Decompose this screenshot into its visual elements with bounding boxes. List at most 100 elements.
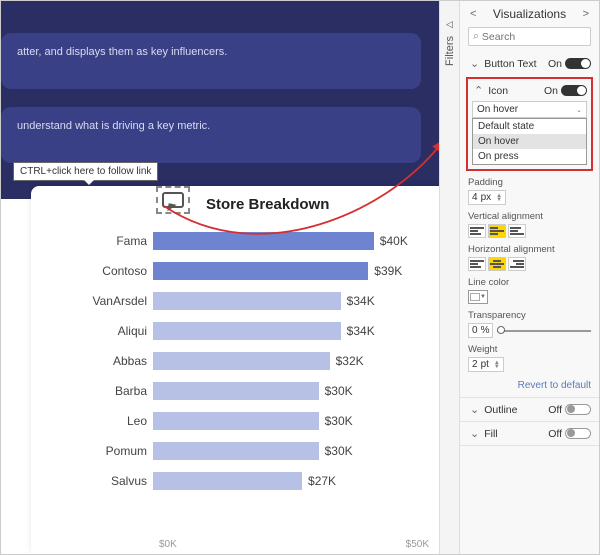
bar-category: Fama <box>61 234 153 248</box>
dropdown-option[interactable]: On press <box>473 149 586 164</box>
bar-row[interactable]: VanArsdel $34K <box>61 286 429 316</box>
speech-bubble-icon <box>162 192 184 208</box>
expand-pane-icon[interactable]: > <box>581 8 591 20</box>
chart-title: Store Breakdown <box>206 196 329 213</box>
filters-pane-collapsed[interactable]: ◁ Filters <box>439 1 459 554</box>
visualizations-pane: < Visualizations > ⌕ ⌄ Button Text On ⌃ … <box>459 1 599 554</box>
bar-value: $40K <box>374 232 408 250</box>
state-dropdown-options: Default state On hover On press <box>472 118 587 165</box>
card-text: understand what is driving a key metric. <box>17 120 210 132</box>
transparency-label: Transparency <box>468 310 591 321</box>
transparency-input[interactable]: 0 % <box>468 323 493 338</box>
padding-input[interactable]: 4 px ▲▼ <box>468 190 506 205</box>
bar-fill <box>153 232 374 250</box>
toggle-icon[interactable] <box>561 85 587 96</box>
bar-row[interactable]: Leo $30K <box>61 406 429 436</box>
bar-row[interactable]: Aliqui $34K <box>61 316 429 346</box>
axis-tick: $50K <box>406 539 429 550</box>
button-text-section[interactable]: ⌄ Button Text On <box>468 54 591 73</box>
chevron-down-icon: ⌄ <box>576 106 582 114</box>
pane-title: Visualizations <box>493 7 566 21</box>
halign-buttons <box>468 257 591 271</box>
bar-fill <box>153 262 368 280</box>
bar-row[interactable]: Barba $30K <box>61 376 429 406</box>
chevron-up-icon: ⌃ <box>472 84 485 97</box>
spinner-icon[interactable]: ▲▼ <box>494 361 500 369</box>
bar-fill <box>153 412 319 430</box>
bar-category: Abbas <box>61 354 153 368</box>
bar-row[interactable]: Abbas $32K <box>61 346 429 376</box>
filters-label: Filters <box>444 36 456 66</box>
bar-row[interactable]: Salvus $27K <box>61 466 429 496</box>
highlight-annotation: ⌃ Icon On On hover ⌄ Default state On ho… <box>466 77 593 171</box>
info-card-1: atter, and displays them as key influenc… <box>1 33 421 89</box>
bar-value: $27K <box>302 472 336 490</box>
bar-category: Contoso <box>61 264 153 278</box>
align-right-button[interactable] <box>508 257 526 271</box>
axis-tick: $0K <box>159 539 177 550</box>
fill-section[interactable]: ⌄ Fill Off <box>460 421 599 446</box>
bar-value: $30K <box>319 442 353 460</box>
x-axis: $0K $50K <box>159 539 429 550</box>
toggle-outline[interactable] <box>565 404 591 415</box>
button-icon-selection[interactable] <box>156 186 190 214</box>
chart-visual[interactable]: Store Breakdown Fama $40K Contoso $39K VanAr… <box>31 186 439 554</box>
halign-label: Horizontal alignment <box>468 244 591 255</box>
align-center-button[interactable] <box>488 257 506 271</box>
bar-value: $32K <box>330 352 364 370</box>
align-middle-button[interactable] <box>488 224 506 238</box>
bar-fill <box>153 472 302 490</box>
bar-category: Salvus <box>61 474 153 488</box>
bar-fill <box>153 322 341 340</box>
card-text: atter, and displays them as key influenc… <box>17 46 227 58</box>
bar-value: $30K <box>319 382 353 400</box>
dropdown-option[interactable]: On hover <box>473 134 586 149</box>
search-icon: ⌕ <box>473 30 479 43</box>
bar-value: $30K <box>319 412 353 430</box>
bar-row[interactable]: Contoso $39K <box>61 256 429 286</box>
bar-category: Aliqui <box>61 324 153 338</box>
padding-label: Padding <box>468 177 591 188</box>
outline-section[interactable]: ⌄ Outline Off <box>460 397 599 421</box>
bar-fill <box>153 352 330 370</box>
state-dropdown[interactable]: On hover ⌄ <box>472 101 587 118</box>
bar-fill <box>153 292 341 310</box>
collapse-pane-icon[interactable]: < <box>468 8 478 20</box>
expand-icon: ◁ <box>446 19 453 30</box>
bar-value: $39K <box>368 262 402 280</box>
transparency-slider[interactable] <box>497 330 591 332</box>
line-color-picker[interactable]: ▼ <box>468 290 488 304</box>
bar-value: $34K <box>341 322 375 340</box>
align-top-button[interactable] <box>468 224 486 238</box>
bar-category: Leo <box>61 414 153 428</box>
info-card-2: understand what is driving a key metric. <box>1 107 421 163</box>
icon-section[interactable]: ⌃ Icon On <box>472 83 587 101</box>
weight-label: Weight <box>468 344 591 355</box>
revert-link[interactable]: Revert to default <box>468 380 591 391</box>
chevron-down-icon: ⌄ <box>468 57 481 70</box>
search-field[interactable] <box>482 31 600 43</box>
valign-buttons <box>468 224 591 238</box>
bar-row[interactable]: Fama $40K <box>61 226 429 256</box>
bar-category: Pomum <box>61 444 153 458</box>
hyperlink-tooltip: CTRL+click here to follow link <box>13 162 158 181</box>
valign-label: Vertical alignment <box>468 211 591 222</box>
bar-value: $34K <box>341 292 375 310</box>
chevron-down-icon: ⌄ <box>468 427 481 440</box>
line-color-label: Line color <box>468 277 591 288</box>
spinner-icon[interactable]: ▲▼ <box>496 194 502 202</box>
bar-row[interactable]: Pomum $30K <box>61 436 429 466</box>
weight-input[interactable]: 2 pt ▲▼ <box>468 357 504 372</box>
report-canvas[interactable]: atter, and displays them as key influenc… <box>1 1 439 554</box>
toggle-fill[interactable] <box>565 428 591 439</box>
bar-fill <box>153 442 319 460</box>
bar-category: VanArsdel <box>61 294 153 308</box>
chevron-down-icon: ⌄ <box>468 403 481 416</box>
bar-fill <box>153 382 319 400</box>
align-bottom-button[interactable] <box>508 224 526 238</box>
align-left-button[interactable] <box>468 257 486 271</box>
toggle-button-text[interactable] <box>565 58 591 69</box>
search-input[interactable]: ⌕ <box>468 27 591 46</box>
dropdown-option[interactable]: Default state <box>473 119 586 134</box>
bar-category: Barba <box>61 384 153 398</box>
